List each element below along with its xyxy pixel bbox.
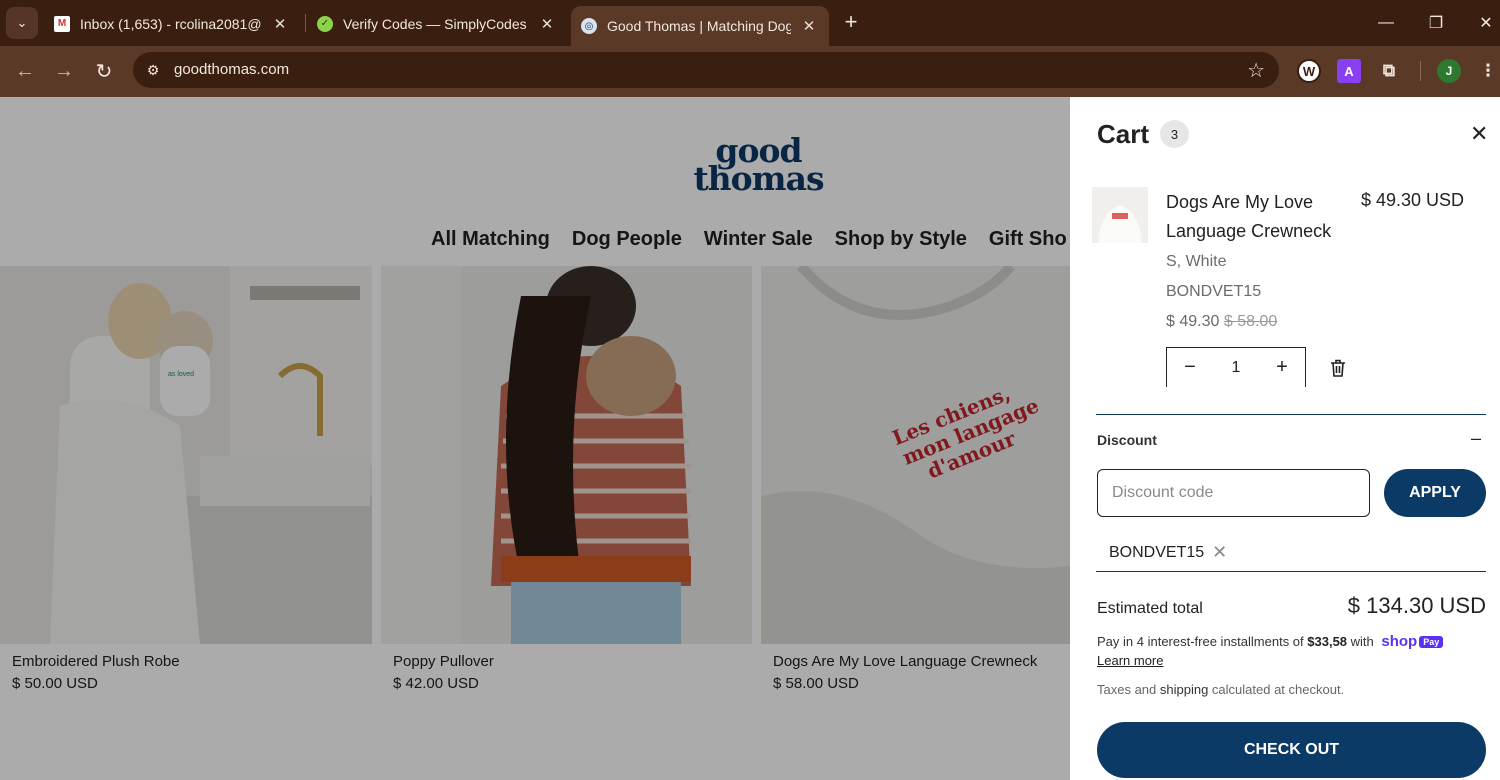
learn-more-link[interactable]: Learn more — [1097, 653, 1163, 668]
original-price: $ 58.00 — [1223, 313, 1278, 330]
bookmark-star-icon[interactable]: ☆ — [1247, 58, 1265, 83]
cart-item-price: $ 49.30 USD — [1361, 190, 1465, 210]
tab-goodthomas[interactable]: ◎ Good Thomas | Matching Dog & Owner ✕ — [571, 6, 829, 46]
extension-a-icon[interactable]: A — [1337, 59, 1361, 83]
taxes-prefix: Taxes and — [1097, 682, 1160, 697]
address-bar[interactable]: ⚙ goodthomas.com ☆ — [133, 52, 1279, 88]
installments-prefix: Pay in 4 interest-free installments of — [1097, 634, 1308, 649]
tab-gmail[interactable]: M Inbox (1,653) - rcolina2081@gmail.com … — [44, 7, 300, 40]
applied-discount-tag: BONDVET15 ✕ — [1109, 542, 1227, 563]
cart-item-sale-price: $ 49.30 $ 58.00 — [1166, 313, 1277, 331]
close-window-icon[interactable]: ✕ — [1470, 8, 1500, 38]
taxes-note: Taxes and shipping calculated at checkou… — [1097, 682, 1344, 697]
reload-icon[interactable]: ↻ — [89, 56, 119, 86]
simplycodes-icon: ✓ — [317, 15, 333, 32]
discount-label: Discount — [1097, 432, 1157, 448]
site-settings-icon[interactable]: ⚙ — [143, 60, 163, 80]
apply-discount-button[interactable]: APPLY — [1384, 469, 1486, 517]
close-cart-icon[interactable]: ✕ — [1470, 121, 1488, 147]
installments-suffix: with — [1347, 634, 1374, 649]
quantity-stepper: − 1 + — [1166, 347, 1306, 387]
divider — [1096, 571, 1486, 572]
browser-toolbar: ← → ↻ ⚙ goodthomas.com ☆ W A ⧉ J ⋮ — [0, 46, 1500, 97]
toolbar-divider — [1420, 61, 1421, 81]
remove-discount-icon[interactable]: ✕ — [1212, 542, 1227, 563]
trash-icon[interactable] — [1330, 359, 1346, 377]
estimated-total-value: $ 134.30 USD — [1347, 593, 1486, 618]
tab-title: Good Thomas | Matching Dog & Owner — [607, 18, 791, 34]
cart-item-variant: S, White — [1166, 253, 1227, 270]
close-tab-icon[interactable]: ✕ — [270, 14, 290, 34]
cart-title: Cart — [1097, 119, 1150, 149]
sale-price: $ 49.30 — [1166, 313, 1220, 330]
installments-amount: $33,58 — [1307, 634, 1348, 649]
cart-item-discount-code: BONDVET15 — [1166, 283, 1262, 300]
goodthomas-icon: ◎ — [581, 18, 597, 34]
browser-menu-icon[interactable]: ⋮ — [1476, 59, 1500, 83]
estimated-total-label: Estimated total — [1097, 600, 1203, 617]
restore-icon[interactable]: ❐ — [1420, 8, 1452, 38]
cart-item-image[interactable] — [1092, 187, 1148, 243]
shop-pay-wordmark: shop — [1381, 633, 1418, 650]
cart-backdrop-overlay[interactable] — [0, 97, 1070, 780]
new-tab-icon[interactable]: + — [838, 9, 864, 35]
divider — [1096, 414, 1486, 415]
tab-title: Verify Codes — SimplyCodes — [343, 15, 527, 32]
tab-title: Inbox (1,653) - rcolina2081@gmail.com — [80, 15, 262, 32]
cart-count-badge: 3 — [1160, 120, 1189, 148]
applied-code-text: BONDVET15 — [1109, 543, 1205, 561]
installments-text: Pay in 4 interest-free installments of $… — [1097, 633, 1444, 650]
url-text: goodthomas.com — [174, 61, 290, 78]
cart-item-name[interactable]: Dogs Are My Love Language Crewneck — [1166, 188, 1356, 246]
checkout-button[interactable]: CHECK OUT — [1097, 722, 1486, 778]
extensions-puzzle-icon[interactable]: ⧉ — [1377, 59, 1401, 83]
tab-search-chevron-icon[interactable]: ⌄ — [6, 7, 38, 39]
page-content: good thomas All Matching Dog People Wint… — [0, 97, 1500, 780]
wordtune-extension-icon[interactable]: W — [1297, 59, 1321, 83]
tab-simplycodes[interactable]: ✓ Verify Codes — SimplyCodes ✕ — [307, 7, 567, 40]
cart-drawer: Cart 3 ✕ Dogs Are My Love Language Crewn… — [1070, 97, 1500, 780]
back-icon[interactable]: ← — [10, 56, 40, 86]
increase-quantity-button[interactable]: + — [1271, 356, 1293, 379]
discount-code-input[interactable] — [1097, 469, 1370, 517]
discount-collapse-toggle[interactable]: – — [1471, 428, 1481, 449]
shop-pay-logo: shop Pay — [1381, 633, 1444, 650]
shop-pay-badge: Pay — [1419, 636, 1444, 649]
taxes-suffix: calculated at checkout. — [1208, 682, 1345, 697]
gmail-icon: M — [54, 15, 70, 32]
shipping-link[interactable]: shipping — [1160, 682, 1208, 697]
forward-icon[interactable]: → — [49, 56, 79, 86]
close-tab-icon[interactable]: ✕ — [537, 14, 557, 34]
minimize-icon[interactable]: — — [1370, 8, 1402, 38]
close-tab-icon[interactable]: ✕ — [799, 16, 819, 36]
tab-divider — [305, 14, 306, 32]
decrease-quantity-button[interactable]: − — [1179, 356, 1201, 379]
profile-avatar[interactable]: J — [1437, 59, 1461, 83]
browser-tab-bar: ⌄ M Inbox (1,653) - rcolina2081@gmail.co… — [0, 0, 1500, 46]
quantity-value[interactable]: 1 — [1232, 359, 1241, 377]
